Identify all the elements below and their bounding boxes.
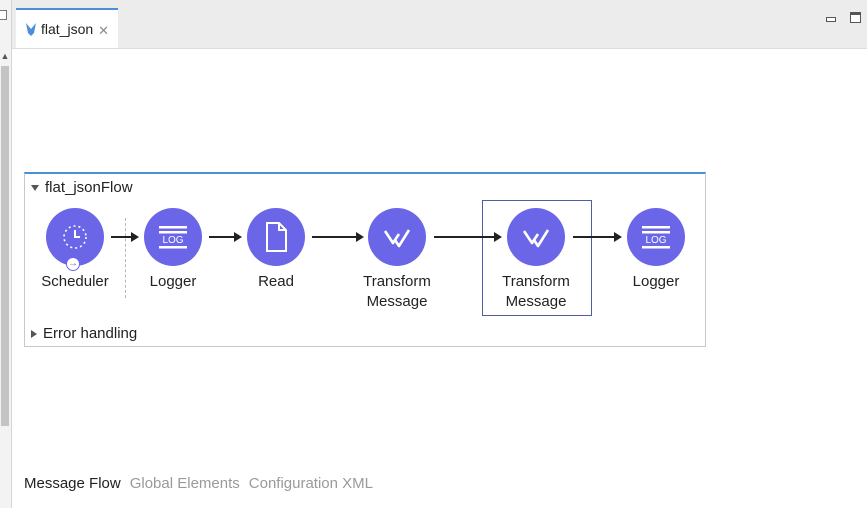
flow-arrow: [573, 232, 622, 242]
transform-icon: [507, 208, 565, 266]
log-icon: LOG: [144, 208, 202, 266]
restore-icon[interactable]: [0, 10, 7, 20]
file-icon: [247, 208, 305, 266]
error-handling-label: Error handling: [43, 325, 138, 342]
flow-container[interactable]: flat_jsonFlow → Scheduler LOG Logger Rea…: [24, 172, 706, 347]
error-handling-header[interactable]: Error handling: [31, 325, 137, 342]
expand-triangle-icon[interactable]: [31, 329, 37, 338]
scroll-up-icon[interactable]: ▲: [0, 50, 10, 62]
editor-bottom-tabs: Message Flow Global Elements Configurati…: [24, 475, 373, 492]
component-logger-2[interactable]: LOG Logger: [606, 208, 706, 292]
flow-arrow: [111, 232, 139, 242]
flow-arrow: [209, 232, 242, 242]
scheduler-icon: →: [46, 208, 104, 271]
minimize-icon[interactable]: [826, 12, 836, 22]
component-logger[interactable]: LOG Logger: [123, 208, 223, 292]
tab-flat-json[interactable]: flat_json ✕: [16, 8, 118, 48]
svg-text:LOG: LOG: [162, 235, 183, 246]
component-label: Transform Message: [363, 273, 431, 310]
editor-tab-bar: flat_json ✕: [12, 0, 867, 49]
collapse-triangle-icon[interactable]: [31, 184, 39, 191]
component-read[interactable]: Read: [226, 208, 326, 292]
flow-name: flat_jsonFlow: [45, 179, 133, 196]
tab-message-flow[interactable]: Message Flow: [24, 475, 121, 492]
tab-global-elements[interactable]: Global Elements: [130, 475, 240, 492]
component-transform-message[interactable]: Transform Message: [347, 208, 447, 312]
flow-arrow: [312, 232, 364, 242]
flow-arrow: [434, 232, 502, 242]
left-gutter: ▲: [0, 0, 12, 508]
flow-header[interactable]: flat_jsonFlow: [31, 179, 133, 196]
component-label: Transform Message: [502, 273, 570, 310]
svg-text:LOG: LOG: [645, 235, 666, 246]
close-icon[interactable]: ✕: [98, 23, 109, 39]
transform-icon: [368, 208, 426, 266]
component-label: Logger: [632, 273, 680, 290]
tab-label: flat_json: [41, 21, 94, 37]
component-label: Read: [258, 273, 294, 290]
arrow-badge-icon: →: [66, 257, 80, 271]
mule-icon: [26, 23, 36, 36]
component-label: Scheduler: [41, 273, 109, 290]
tab-configuration-xml[interactable]: Configuration XML: [249, 475, 373, 492]
maximize-icon[interactable]: [850, 12, 861, 23]
scrollbar-thumb[interactable]: [1, 66, 9, 426]
log-icon: LOG: [627, 208, 685, 266]
component-transform-message-selected[interactable]: Transform Message: [486, 208, 586, 312]
component-scheduler[interactable]: → Scheduler: [25, 208, 125, 292]
component-label: Logger: [149, 273, 197, 290]
